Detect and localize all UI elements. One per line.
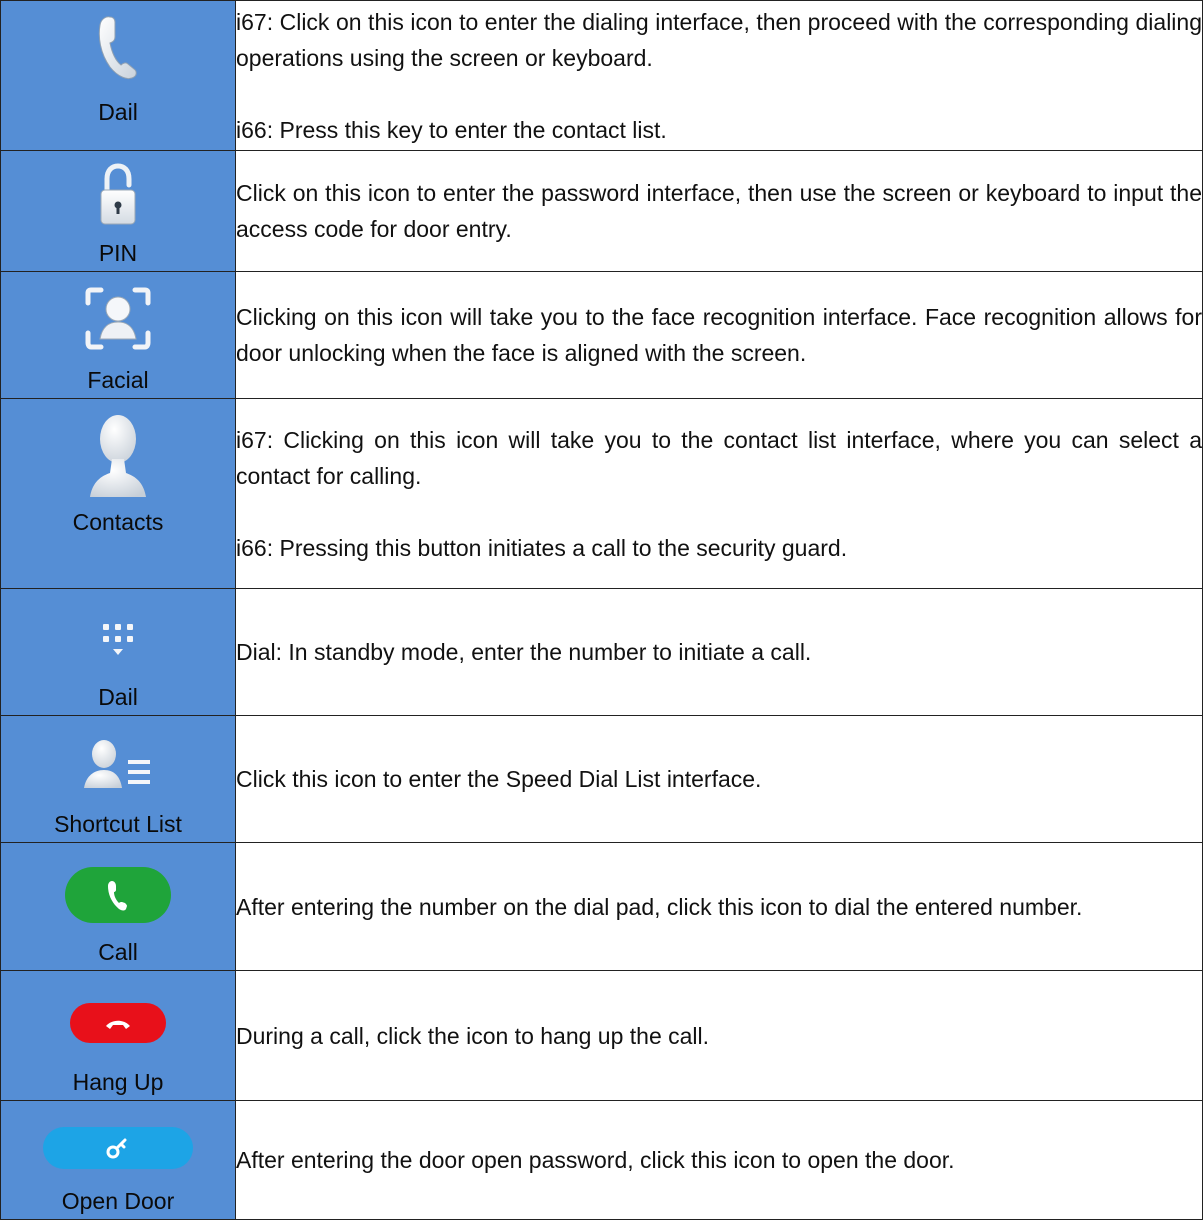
icon-label: Call — [98, 938, 138, 965]
icon-label: Open Door — [61, 1187, 175, 1214]
icon-cell: Shortcut List — [0, 715, 236, 843]
description-text: i67: Click on this icon to enter the dia… — [236, 8, 1202, 71]
table-row: Facial Clicking on this icon will take y… — [0, 271, 1203, 399]
description-cell: Dial: In standby mode, enter the number … — [235, 588, 1203, 716]
icon-cell: Contacts — [0, 398, 236, 589]
description-text: i67: Clicking on this icon will take you… — [236, 426, 1202, 489]
icon-label: Shortcut List — [54, 810, 182, 837]
phone-handset-icon — [96, 13, 140, 88]
icon-label: Facial — [87, 366, 149, 393]
description-cell: After entering the number on the dial pa… — [235, 842, 1203, 971]
description-cell: Clicking on this icon will take you to t… — [235, 271, 1203, 399]
padlock-icon — [98, 163, 138, 232]
description-text: After entering the door open password, c… — [236, 1147, 955, 1173]
description-text: i66: Press this key to enter the contact… — [236, 116, 667, 143]
icon-cell: Hang Up — [0, 970, 236, 1101]
table-row: Shortcut List Click this icon to enter t… — [0, 715, 1203, 843]
description-text: Clicking on this icon will take you to t… — [236, 304, 1202, 366]
icon-label: Dail — [98, 683, 138, 710]
icon-label: Hang Up — [72, 1068, 164, 1095]
description-cell: Click this icon to enter the Speed Dial … — [235, 715, 1203, 843]
description-cell: Click on this icon to enter the password… — [235, 150, 1203, 272]
table-row: PIN Click on this icon to enter the pass… — [0, 150, 1203, 272]
table-row: Dail i67: Click on this icon to enter th… — [0, 0, 1203, 151]
hang-up-button-icon — [68, 1001, 168, 1045]
description-cell: After entering the door open password, c… — [235, 1100, 1203, 1220]
description-cell: i67: Clicking on this icon will take you… — [235, 398, 1203, 589]
table-row: Open Door After entering the door open p… — [0, 1100, 1203, 1220]
icon-cell: Dail — [0, 588, 236, 716]
icon-cell: Open Door — [0, 1100, 236, 1220]
icon-reference-table: Dail i67: Click on this icon to enter th… — [0, 0, 1203, 1220]
description-text: After entering the number on the dial pa… — [236, 893, 1083, 920]
call-button-icon — [63, 865, 173, 925]
description-text: Click this icon to enter the Speed Dial … — [236, 766, 762, 792]
face-recognition-icon — [83, 285, 153, 358]
icon-cell: Dail — [0, 0, 236, 151]
open-door-button-icon — [41, 1125, 195, 1171]
description-text: i66: Pressing this button initiates a ca… — [236, 534, 848, 561]
description-text: Click on this icon to enter the password… — [236, 180, 1202, 242]
icon-label: Dail — [98, 99, 138, 126]
icon-cell: Facial — [0, 271, 236, 399]
description-text: During a call, click the icon to hang up… — [236, 1022, 710, 1049]
table-row: Contacts i67: Clicking on this icon will… — [0, 398, 1203, 589]
table-row: Hang Up During a call, click the icon to… — [0, 970, 1203, 1101]
icon-label: PIN — [98, 239, 138, 266]
icon-label: Contacts — [72, 508, 164, 535]
description-cell: During a call, click the icon to hang up… — [235, 970, 1203, 1101]
table-row: Dail Dial: In standby mode, enter the nu… — [0, 588, 1203, 716]
contact-person-icon — [86, 411, 150, 506]
dialpad-icon — [101, 621, 135, 666]
description-cell: i67: Click on this icon to enter the dia… — [235, 0, 1203, 151]
shortcut-list-icon — [76, 738, 160, 795]
description-text: Dial: In standby mode, enter the number … — [236, 639, 812, 665]
icon-cell: Call — [0, 842, 236, 971]
table-row: Call After entering the number on the di… — [0, 842, 1203, 971]
icon-cell: PIN — [0, 150, 236, 272]
